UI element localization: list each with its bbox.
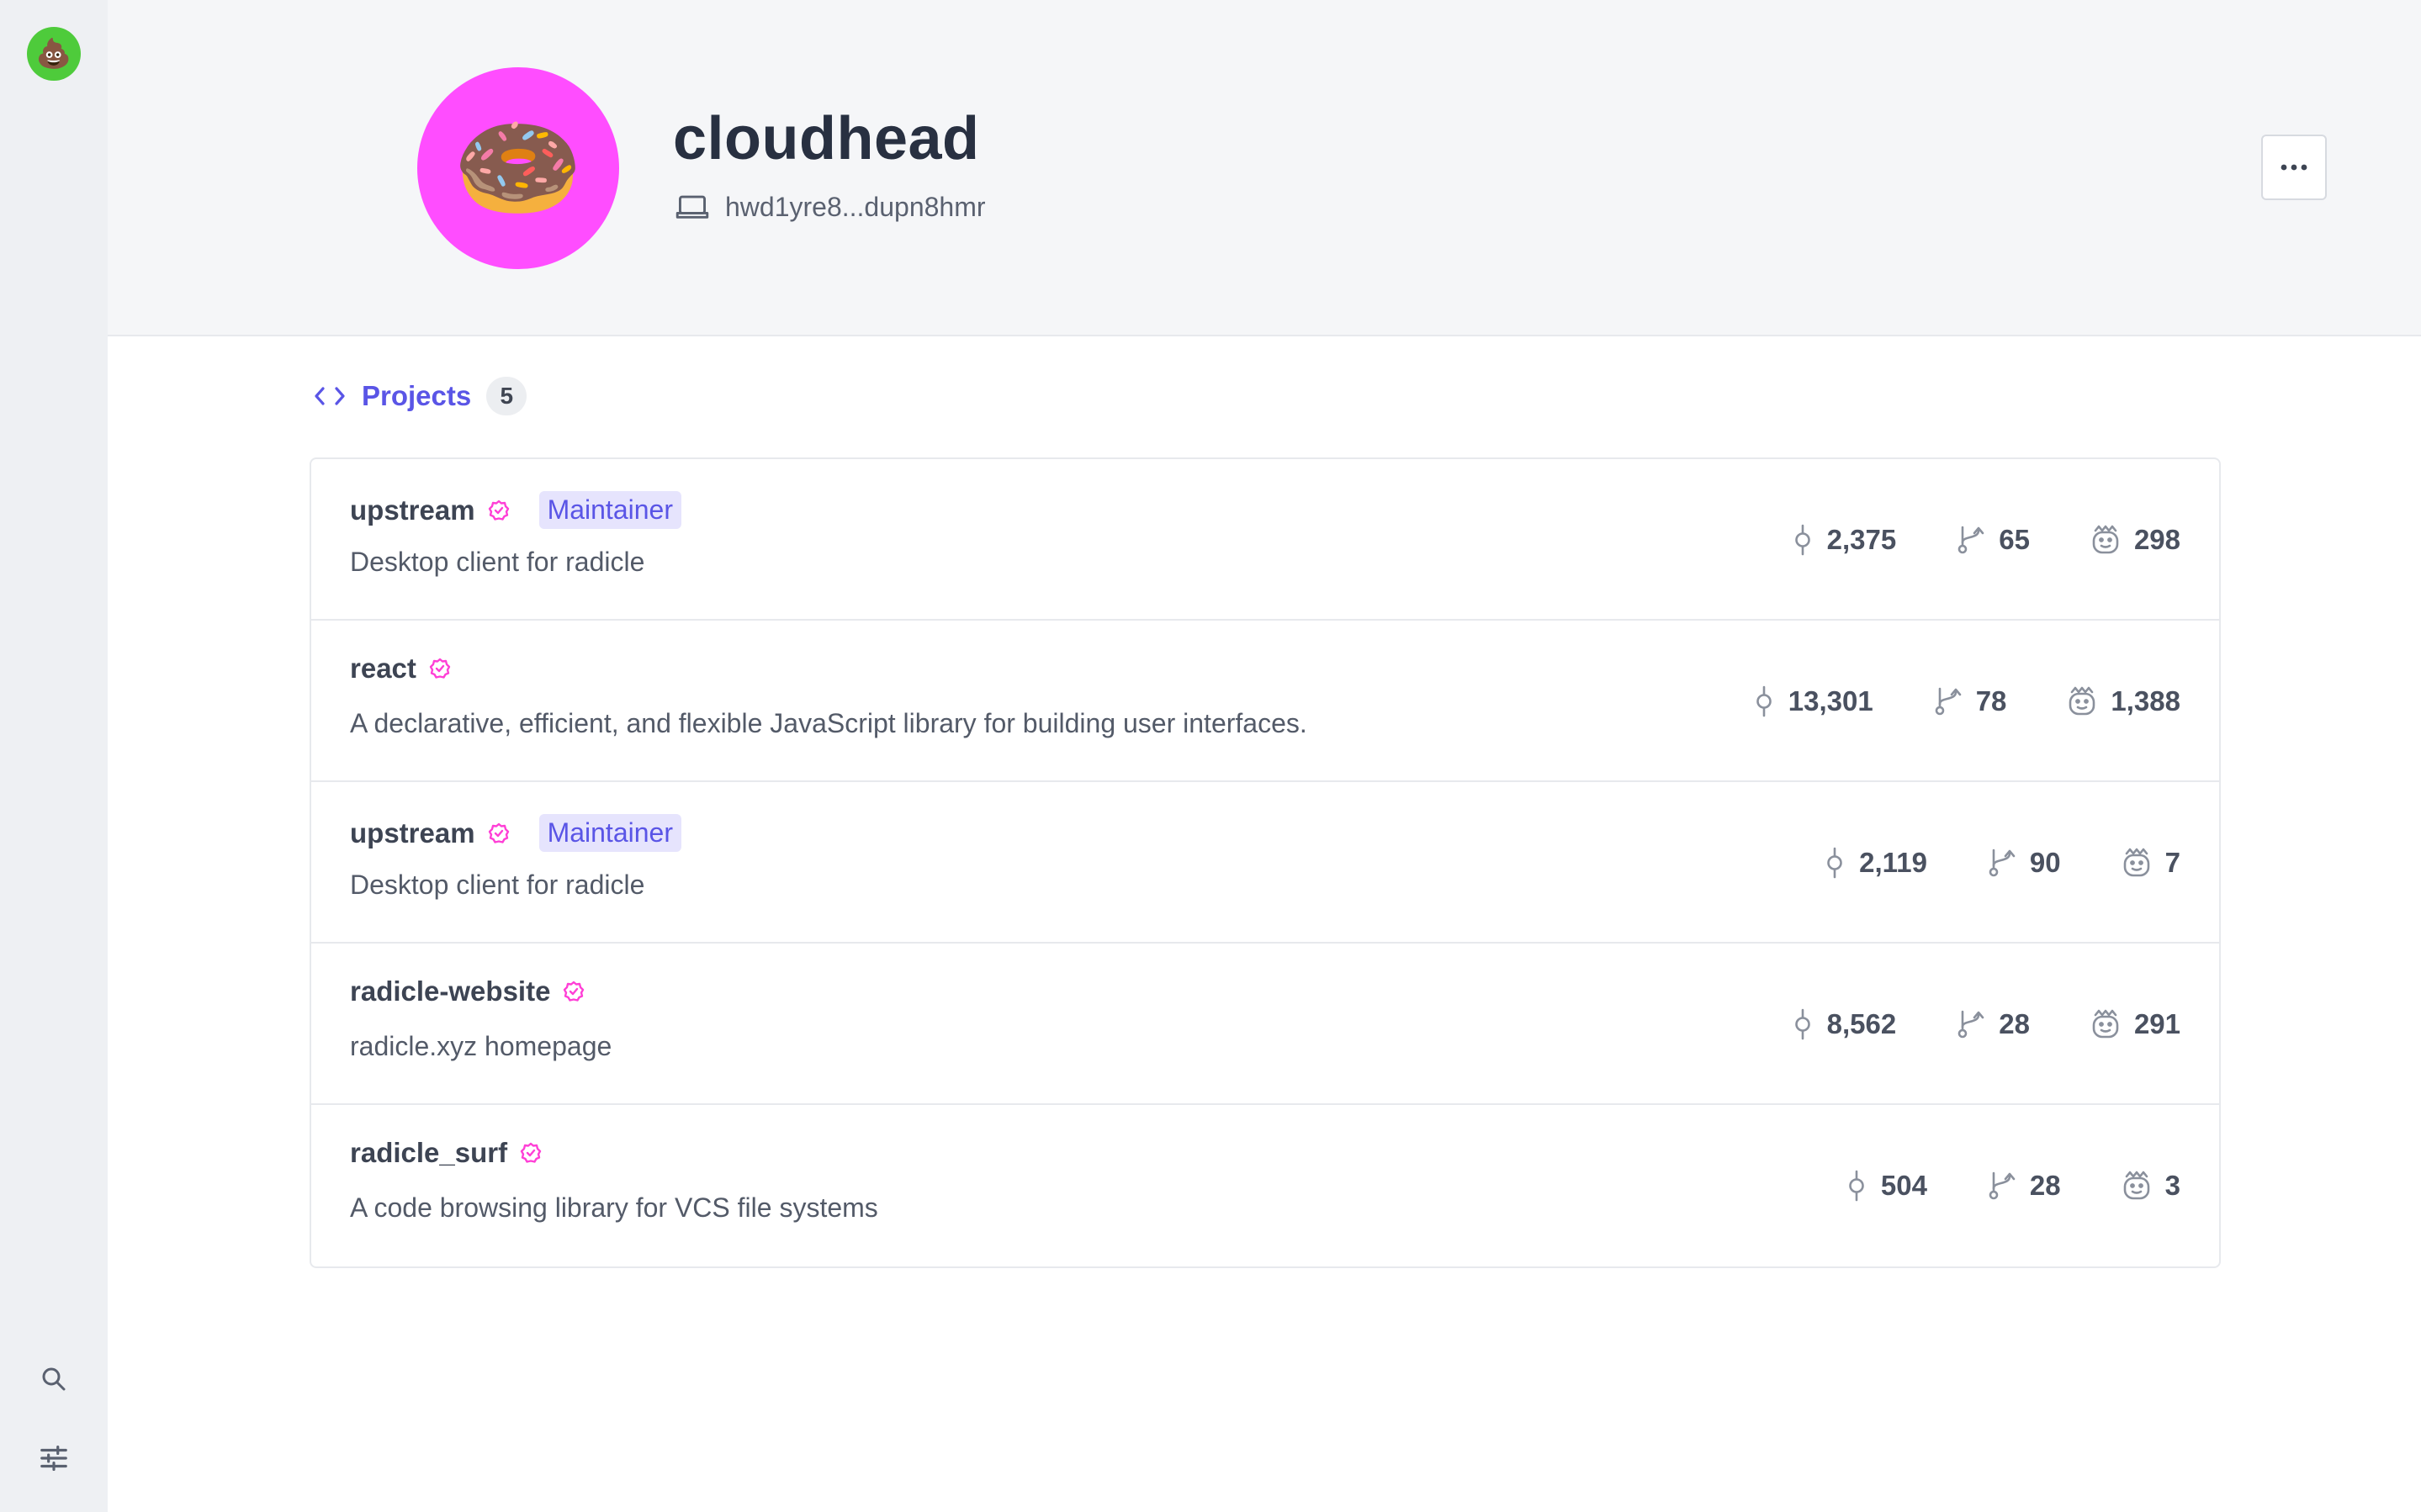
contributors-stat: 1,388	[2065, 685, 2180, 717]
project-description: Desktop client for radicle	[350, 870, 645, 900]
project-description: Desktop client for radicle	[350, 547, 645, 577]
commits-stat: 13,301	[1751, 685, 1873, 717]
project-title-line: upstream Maintainer	[350, 814, 681, 852]
commit-count: 2,375	[1826, 524, 1897, 555]
project-row[interactable]: radicle-website radicle.xyz homepage 8,562…	[311, 944, 2219, 1105]
branches-stat: 90	[1986, 847, 2061, 879]
commit-icon	[1790, 1008, 1815, 1040]
project-row[interactable]: upstream Maintainer Desktop client for rad…	[311, 459, 2219, 621]
ellipsis-icon	[2279, 164, 2309, 171]
commits-stat: 8,562	[1790, 1008, 1897, 1040]
project-title-line: radicle-website	[350, 975, 585, 1007]
laptop-icon	[675, 193, 710, 222]
branch-icon	[1986, 847, 2018, 879]
commit-count: 504	[1880, 1170, 1927, 1201]
commit-count: 2,119	[1859, 847, 1927, 878]
project-name[interactable]: upstream	[350, 817, 475, 849]
branch-icon	[1932, 685, 1964, 717]
more-options-button[interactable]	[2261, 135, 2327, 200]
project-row[interactable]: radicle_surf A code browsing library for …	[311, 1105, 2219, 1266]
branches-stat: 65	[1955, 524, 2030, 556]
branch-count: 28	[1999, 1008, 2030, 1039]
project-stats: 2,375 65 298	[1790, 459, 2180, 621]
contributor-count: 3	[2164, 1170, 2180, 1201]
maintainer-badge: Maintainer	[538, 814, 681, 852]
project-title-line: upstream Maintainer	[350, 491, 681, 529]
contributor-count: 291	[2133, 1008, 2180, 1039]
projects-tab[interactable]: Projects 5	[313, 377, 527, 415]
project-description: A code browsing library for VCS file sys…	[350, 1192, 878, 1223]
project-stats: 2,119 90 7	[1822, 782, 2180, 944]
commits-stat: 2,119	[1822, 847, 1927, 879]
project-stats: 13,301 78 1,388	[1751, 621, 2180, 782]
branch-count: 90	[2029, 847, 2061, 878]
branches-stat: 28	[1955, 1008, 2030, 1040]
project-name[interactable]: radicle-website	[350, 975, 550, 1007]
commit-icon	[1822, 847, 1847, 879]
project-title-line: react	[350, 653, 452, 685]
verified-icon	[487, 822, 511, 845]
contributor-count: 7	[2164, 847, 2180, 878]
project-title-line: radicle_surf	[350, 1137, 543, 1169]
contributors-stat: 291	[2089, 1008, 2180, 1040]
project-name[interactable]: radicle_surf	[350, 1137, 507, 1169]
branches-stat: 28	[1986, 1170, 2061, 1202]
project-description: radicle.xyz homepage	[350, 1031, 612, 1061]
contributors-icon	[2089, 524, 2122, 556]
contributors-stat: 7	[2120, 847, 2180, 879]
commit-icon	[1844, 1170, 1869, 1202]
profile-header: 🍩 cloudhead hwd1yre8...dupn8hmr	[108, 0, 2421, 336]
contributors-icon	[2120, 847, 2153, 879]
avatar-emoji: 💩	[35, 38, 72, 70]
projects-label: Projects	[362, 380, 472, 411]
branch-icon	[1986, 1170, 2018, 1202]
contributor-count: 1,388	[2111, 685, 2180, 716]
sidebar: 💩	[0, 0, 108, 1512]
verified-icon	[487, 499, 511, 522]
verified-icon	[519, 1141, 543, 1165]
commit-count: 8,562	[1826, 1008, 1897, 1039]
commits-stat: 2,375	[1790, 524, 1897, 556]
user-avatar-small[interactable]: 💩	[27, 27, 81, 81]
contributors-stat: 3	[2120, 1170, 2180, 1202]
commit-icon	[1751, 685, 1777, 717]
verified-icon	[562, 980, 585, 1003]
project-description: A declarative, efficient, and flexible J…	[350, 708, 1307, 738]
app-root: 💩 🍩 cloudhead hwd1yre8...dupn8hmr Projec…	[0, 0, 2421, 1512]
code-brackets-icon	[313, 383, 347, 410]
projects-count-badge: 5	[486, 377, 527, 415]
commit-icon	[1790, 524, 1815, 556]
branch-count: 65	[1999, 524, 2030, 555]
project-row[interactable]: upstream Maintainer Desktop client for rad…	[311, 782, 2219, 944]
project-row[interactable]: react A declarative, efficient, and flexi…	[311, 621, 2219, 782]
branch-count: 78	[1975, 685, 2007, 716]
contributors-icon	[2089, 1008, 2122, 1040]
settings-sliders-icon[interactable]	[34, 1438, 74, 1478]
contributors-stat: 298	[2089, 524, 2180, 556]
contributor-count: 298	[2133, 524, 2180, 555]
search-icon[interactable]	[34, 1359, 74, 1399]
project-name[interactable]: upstream	[350, 494, 475, 526]
project-name[interactable]: react	[350, 653, 416, 685]
commit-count: 13,301	[1788, 685, 1873, 716]
branch-icon	[1955, 524, 1987, 556]
verified-icon	[428, 657, 452, 680]
project-stats: 8,562 28 291	[1790, 944, 2180, 1105]
branch-icon	[1955, 1008, 1987, 1040]
profile-avatar: 🍩	[417, 67, 619, 269]
device-id-row[interactable]: hwd1yre8...dupn8hmr	[675, 192, 986, 223]
project-list: upstream Maintainer Desktop client for rad…	[310, 457, 2221, 1268]
profile-name: cloudhead	[673, 105, 980, 172]
branch-count: 28	[2029, 1170, 2061, 1201]
maintainer-badge: Maintainer	[538, 491, 681, 529]
branches-stat: 78	[1932, 685, 2007, 717]
avatar-emoji: 🍩	[453, 110, 584, 226]
device-id: hwd1yre8...dupn8hmr	[725, 192, 986, 222]
contributors-icon	[2120, 1170, 2153, 1202]
project-stats: 504 28 3	[1844, 1105, 2180, 1266]
contributors-icon	[2065, 685, 2099, 717]
commits-stat: 504	[1844, 1170, 1927, 1202]
